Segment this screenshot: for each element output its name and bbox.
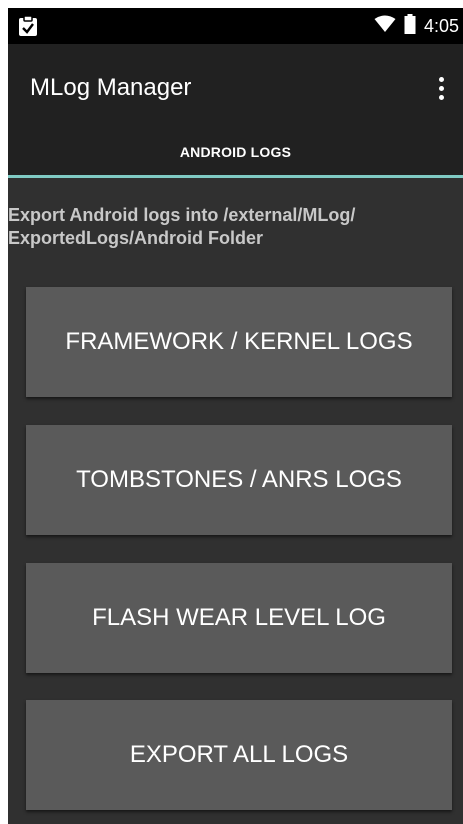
status-time: 4:05 <box>423 15 459 36</box>
clipboard-check-icon <box>18 15 38 37</box>
export-all-logs-button[interactable]: EXPORT ALL LOGS <box>26 700 452 810</box>
export-description: Export Android logs into /external/MLog/… <box>8 205 356 248</box>
framework-kernel-logs-button[interactable]: FRAMEWORK / KERNEL LOGS <box>26 287 452 397</box>
app-bar: MLog Manager <box>8 44 463 128</box>
flash-wear-level-log-button[interactable]: FLASH WEAR LEVEL LOG <box>26 563 452 673</box>
tab-android-logs[interactable]: ANDROID LOGS <box>8 128 463 175</box>
overflow-dot <box>438 85 444 91</box>
status-icons: 4:05 <box>374 8 459 44</box>
tombstones-anrs-logs-button[interactable]: TOMBSTONES / ANRS LOGS <box>26 425 452 535</box>
tab-bar: ANDROID LOGS <box>8 128 463 178</box>
tab-indicator <box>8 175 463 178</box>
overflow-dot <box>438 94 444 100</box>
app-screen: 4:05 MLog Manager ANDROID LOGS Export An… <box>8 8 463 824</box>
app-title: MLog Manager <box>30 74 192 101</box>
overflow-menu-icon[interactable] <box>429 68 453 108</box>
battery-icon <box>404 13 416 39</box>
overflow-dot <box>438 76 444 82</box>
wifi-icon <box>374 15 396 38</box>
status-bar: 4:05 <box>8 8 463 44</box>
